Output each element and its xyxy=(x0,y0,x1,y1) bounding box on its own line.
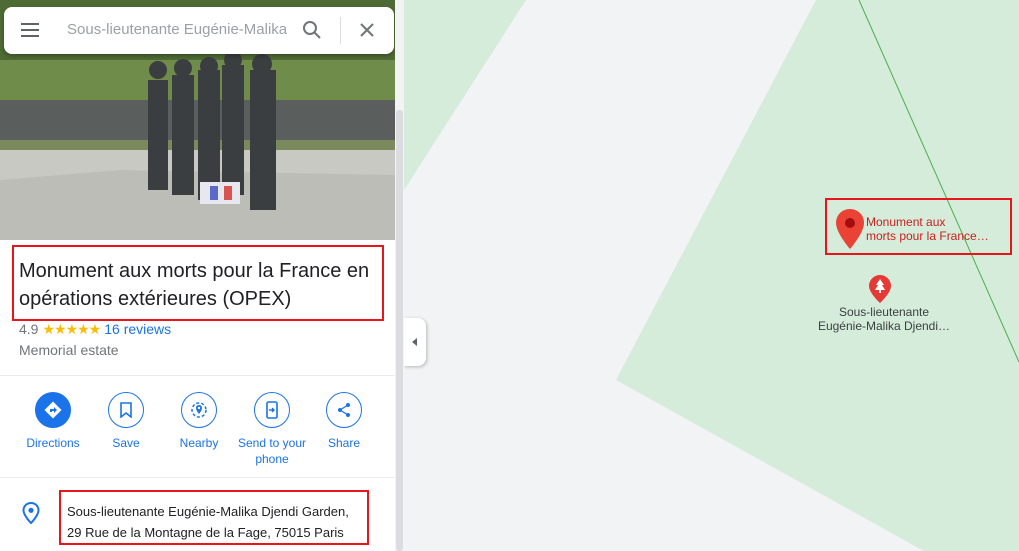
save-label: Save xyxy=(112,436,140,450)
search-icon[interactable] xyxy=(302,20,322,40)
close-icon[interactable] xyxy=(357,20,377,40)
collapse-panel-button[interactable] xyxy=(404,318,426,366)
panel-scrollbar[interactable] xyxy=(395,0,404,551)
rating-row: 4.9 ★★★★★ 16 reviews xyxy=(19,321,171,338)
place-title: Monument aux morts pour la France en opé… xyxy=(19,260,370,310)
search-divider xyxy=(340,17,341,44)
send-to-phone-icon xyxy=(254,392,290,428)
save-button[interactable]: Save xyxy=(86,392,166,451)
nearby-label: Nearby xyxy=(179,436,219,450)
send-to-phone-button[interactable]: Send to your phone xyxy=(232,392,312,467)
search-input[interactable]: Sous-lieutenante Eugénie-Malika Djendi G… xyxy=(67,21,287,38)
park-pin-icon[interactable] xyxy=(869,275,891,303)
send-to-phone-label: Send to your phone xyxy=(237,436,307,466)
directions-button[interactable]: Directions xyxy=(13,392,93,451)
map-canvas[interactable]: Monument aux morts pour la France… Sous-… xyxy=(404,0,1019,551)
share-icon xyxy=(326,392,362,428)
address[interactable]: Sous-lieutenante Eugénie-Malika Djendi G… xyxy=(67,501,349,543)
place-panel: Sous-lieutenante Eugénie-Malika Djendi G… xyxy=(0,0,395,551)
reviews-link[interactable]: 16 reviews xyxy=(104,321,171,337)
directions-label: Directions xyxy=(26,436,80,450)
chevron-left-icon xyxy=(412,338,417,346)
search-box[interactable]: Sous-lieutenante Eugénie-Malika Djendi G… xyxy=(4,7,394,54)
nearby-button[interactable]: Nearby xyxy=(159,392,239,451)
park-label-line2: Eugénie-Malika Djendi… xyxy=(817,319,951,333)
nearby-icon xyxy=(181,392,217,428)
rating-stars-icon: ★★★★★ xyxy=(42,321,101,337)
address-line2: 29 Rue de la Montagne de la Fage, 75015 … xyxy=(67,525,344,540)
divider xyxy=(0,375,395,376)
highlight-map-pin xyxy=(825,198,1012,255)
location-pin-icon xyxy=(22,502,40,524)
share-label: Share xyxy=(327,436,361,450)
address-line1: Sous-lieutenante Eugénie-Malika Djendi G… xyxy=(67,504,349,519)
share-button[interactable]: Share xyxy=(304,392,384,451)
bookmark-icon xyxy=(108,392,144,428)
park-label-line1: Sous-lieutenante xyxy=(838,305,930,319)
divider xyxy=(0,477,395,478)
place-category[interactable]: Memorial estate xyxy=(19,342,119,358)
rating-value: 4.9 xyxy=(19,321,39,337)
park-label[interactable]: Sous-lieutenante Eugénie-Malika Djendi… xyxy=(809,305,959,333)
menu-icon[interactable] xyxy=(21,23,41,39)
scrollbar-thumb[interactable] xyxy=(396,110,403,551)
directions-icon xyxy=(35,392,71,428)
map-background xyxy=(404,0,1019,551)
